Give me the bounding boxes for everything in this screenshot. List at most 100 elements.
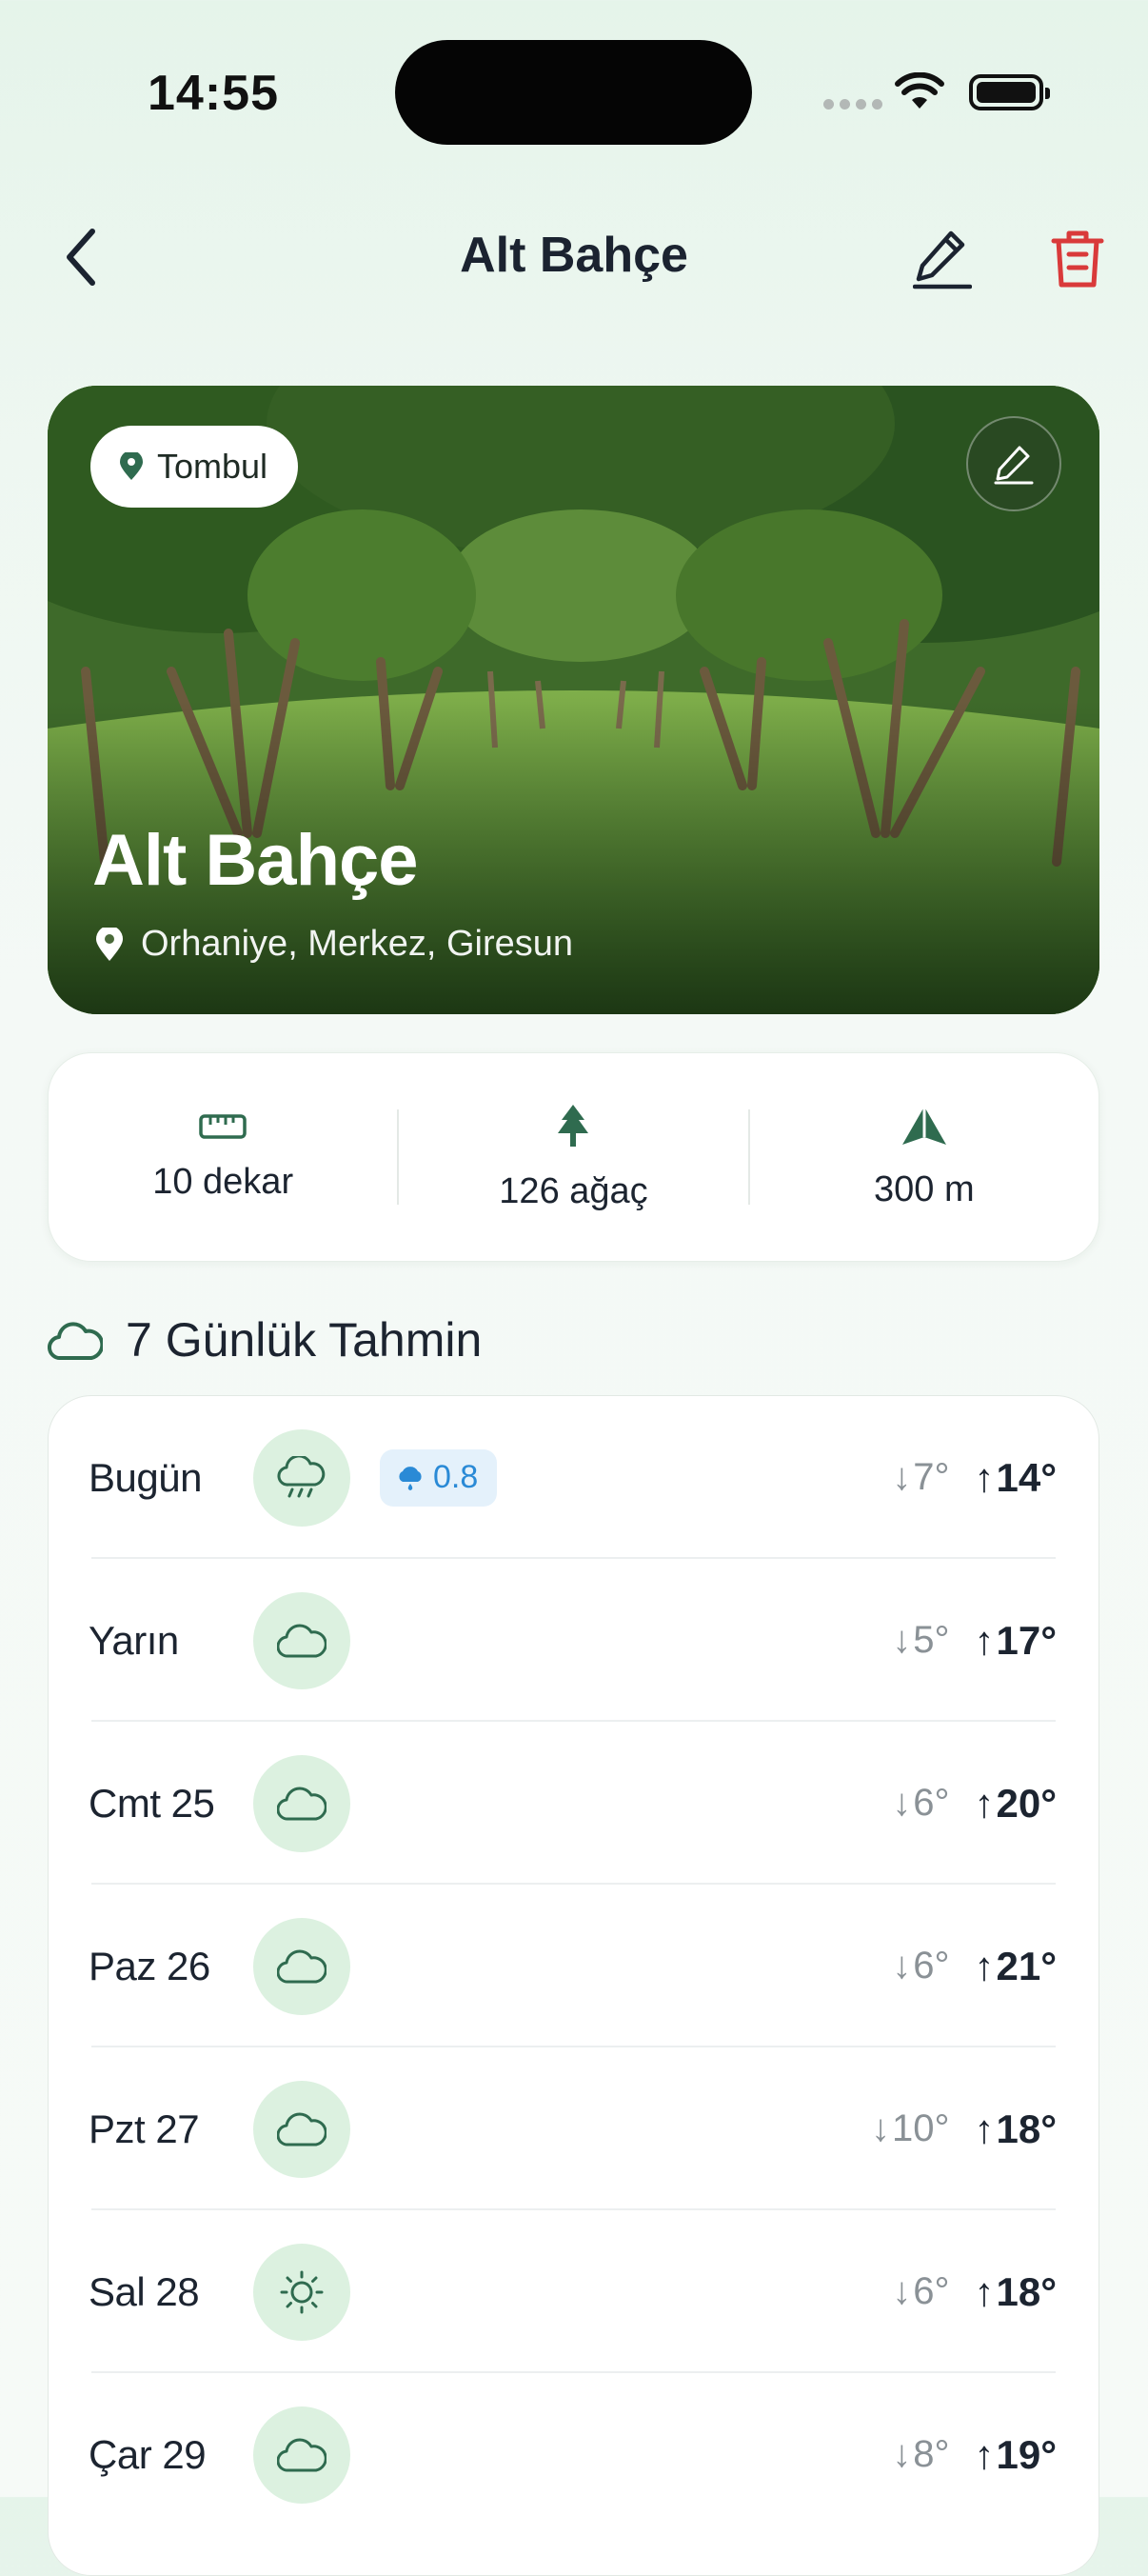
ruler-icon: [199, 1113, 247, 1139]
forecast-row[interactable]: Pzt 27 ↓ 10° ↑ 18°: [49, 2047, 1099, 2210]
cloudy-icon: [277, 2111, 327, 2147]
forecast-header: 7 Günlük Tahmin: [48, 1312, 482, 1368]
forecast-day: Sal 28: [89, 2268, 200, 2314]
arrow-down-icon: ↓: [892, 1456, 912, 1498]
forecast-day: Pzt 27: [89, 2106, 200, 2151]
low-temp: ↓ 6°: [892, 1782, 949, 1825]
low-temp-value: 5°: [913, 1619, 950, 1661]
garden-name: Alt Bahçe: [92, 820, 419, 901]
mountain-icon: [901, 1106, 946, 1145]
weather-icon-badge: [253, 1591, 350, 1689]
arrow-down-icon: ↓: [892, 2433, 912, 2475]
forecast-row[interactable]: Cmt 25 ↓ 6° ↑ 20°: [49, 1722, 1099, 1885]
tag-icon: [120, 452, 143, 480]
high-temp-value: 21°: [996, 1943, 1057, 1988]
high-temp-value: 18°: [996, 2106, 1057, 2151]
forecast-row[interactable]: Çar 29 ↓ 8° ↑ 19°: [49, 2373, 1099, 2536]
precipitation-value: 0.8: [433, 1459, 479, 1495]
arrow-up-icon: ↑: [974, 2431, 995, 2477]
low-temp: ↓ 6°: [892, 1945, 949, 1987]
precipitation-badge: 0.8: [380, 1448, 498, 1507]
tree-icon: [558, 1104, 589, 1147]
rain-cloud-icon: [277, 1455, 326, 1497]
forecast-row[interactable]: Bugün 0.8 ↓ 7° ↑ 14°: [49, 1396, 1099, 1559]
area-value: 10 dekar: [152, 1161, 294, 1202]
trash-icon: [1051, 230, 1104, 288]
high-temp: ↑ 14°: [974, 1455, 1057, 1501]
forecast-row[interactable]: Paz 26 ↓ 6° ↑ 21°: [49, 1885, 1099, 2047]
low-temp-value: 6°: [913, 2270, 950, 2312]
weather-icon-badge: [253, 2243, 350, 2341]
low-temp: ↓ 5°: [892, 1619, 949, 1662]
temperature-range: ↓ 6° ↑ 20°: [892, 1781, 1057, 1827]
low-temp-value: 10°: [891, 2107, 950, 2149]
tree-count-value: 126 ağaç: [499, 1170, 648, 1211]
garden-location: Orhaniye, Merkez, Giresun: [95, 924, 573, 965]
low-temp-value: 8°: [913, 2433, 950, 2475]
edit-button[interactable]: [904, 221, 980, 297]
high-temp: ↑ 20°: [974, 1781, 1057, 1827]
high-temp-value: 18°: [996, 2268, 1057, 2314]
arrow-up-icon: ↑: [974, 1617, 995, 1663]
stat-altitude: 300 m: [750, 1105, 1099, 1210]
forecast-card: Bugün 0.8 ↓ 7° ↑ 14° Yarın ↓ 5° ↑ 17° Cm…: [48, 1395, 1099, 2576]
high-temp: ↑ 18°: [974, 2107, 1057, 2152]
arrow-up-icon: ↑: [974, 2268, 995, 2314]
temperature-range: ↓ 8° ↑ 19°: [892, 2432, 1057, 2478]
weather-icon-badge: [253, 1754, 350, 1852]
location-text: Orhaniye, Merkez, Giresun: [141, 924, 574, 964]
weather-icon-badge: [253, 1428, 350, 1527]
forecast-day: Paz 26: [89, 1943, 210, 1988]
cellular-signal-icon: [823, 99, 882, 110]
variety-badge: Tombul: [90, 426, 299, 508]
dynamic-island: [395, 40, 752, 145]
temperature-range: ↓ 10° ↑ 18°: [871, 2107, 1057, 2152]
garden-stats-card: 10 dekar 126 ağaç 300 m: [48, 1052, 1099, 1262]
forecast-row[interactable]: Sal 28 ↓ 6° ↑ 18°: [49, 2210, 1099, 2373]
forecast-day: Çar 29: [89, 2431, 207, 2477]
high-temp-value: 19°: [996, 2431, 1057, 2477]
sun-icon: [280, 2270, 324, 2313]
low-temp-value: 6°: [913, 1782, 950, 1824]
low-temp-value: 7°: [913, 1456, 950, 1498]
location-pin-icon: [96, 927, 123, 961]
cloudy-icon: [277, 1623, 327, 1658]
stat-area: 10 dekar: [49, 1112, 397, 1203]
stat-trees: 126 ağaç: [399, 1103, 747, 1212]
temperature-range: ↓ 6° ↑ 21°: [892, 1944, 1057, 1989]
cloud-icon: [48, 1322, 103, 1361]
high-temp: ↑ 17°: [974, 1618, 1057, 1664]
weather-icon-badge: [253, 2080, 350, 2178]
arrow-up-icon: ↑: [974, 1454, 995, 1500]
forecast-title: 7 Günlük Tahmin: [126, 1313, 483, 1367]
delete-button[interactable]: [1039, 221, 1116, 297]
low-temp: ↓ 8°: [892, 2433, 949, 2476]
high-temp: ↑ 18°: [974, 2269, 1057, 2315]
battery-icon: [969, 74, 1050, 110]
weather-icon-badge: [253, 2406, 350, 2504]
arrow-down-icon: ↓: [892, 1782, 912, 1824]
arrow-down-icon: ↓: [870, 2107, 890, 2149]
low-temp: ↓ 7°: [892, 1456, 949, 1499]
forecast-day: Cmt 25: [89, 1780, 215, 1826]
temperature-range: ↓ 6° ↑ 18°: [892, 2269, 1057, 2315]
arrow-down-icon: ↓: [892, 2270, 912, 2312]
high-temp-value: 17°: [996, 1617, 1057, 1663]
forecast-day: Bugün: [89, 1454, 202, 1500]
weather-icon-badge: [253, 1917, 350, 2015]
edit-photo-button[interactable]: [966, 416, 1061, 511]
arrow-up-icon: ↑: [974, 1780, 995, 1826]
pencil-icon: [913, 230, 972, 290]
arrow-down-icon: ↓: [892, 1945, 912, 1987]
variety-label: Tombul: [157, 447, 268, 486]
high-temp: ↑ 21°: [974, 1944, 1057, 1989]
altitude-value: 300 m: [874, 1168, 975, 1209]
cloudy-icon: [277, 1786, 327, 1821]
forecast-row[interactable]: Yarın ↓ 5° ↑ 17°: [49, 1559, 1099, 1722]
temperature-range: ↓ 5° ↑ 17°: [892, 1618, 1057, 1664]
rain-drop-icon: [399, 1466, 422, 1490]
high-temp-value: 20°: [996, 1780, 1057, 1826]
garden-photo-card[interactable]: Tombul Alt Bahçe Orhaniye, Merkez, Gires…: [48, 386, 1099, 1014]
temperature-range: ↓ 7° ↑ 14°: [892, 1455, 1057, 1501]
pencil-icon: [994, 446, 1034, 485]
